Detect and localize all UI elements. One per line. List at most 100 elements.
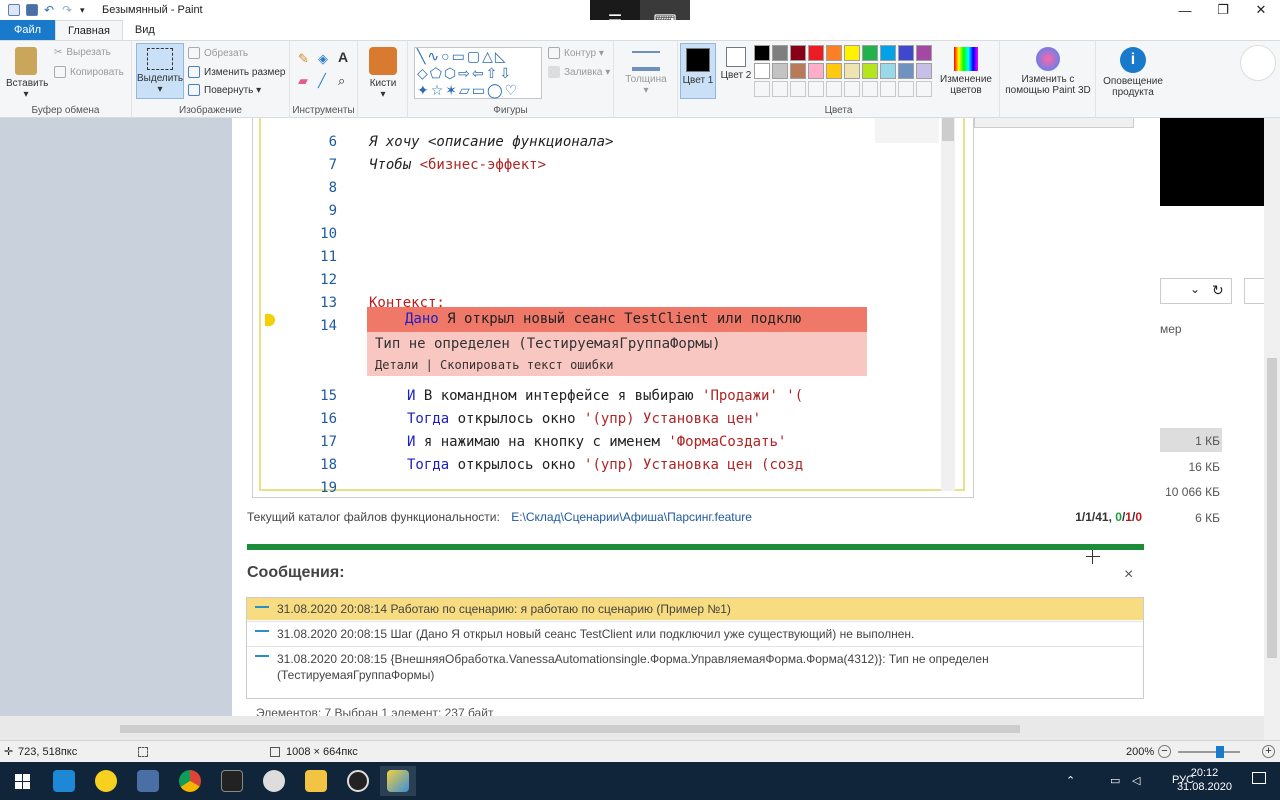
palette-swatch-empty[interactable] (826, 81, 842, 97)
palette-swatch[interactable] (808, 45, 824, 61)
palette-swatch[interactable] (808, 63, 824, 79)
outline-button[interactable]: Контур ▾ (548, 47, 604, 59)
save-icon[interactable] (26, 4, 38, 16)
magnifier-icon[interactable]: ⌕ (338, 73, 345, 89)
palette-swatch[interactable] (772, 63, 788, 79)
zoom-slider-track[interactable] (1178, 751, 1240, 753)
redo-icon[interactable]: ↷ (62, 4, 74, 16)
size-column-header[interactable]: мер (1160, 322, 1182, 336)
taskbar-obs[interactable] (340, 766, 376, 796)
color1-button[interactable]: Цвет 1 (680, 43, 716, 99)
volume-icon[interactable]: ◁ (1132, 774, 1140, 787)
messages-close-button[interactable]: × (1124, 566, 1133, 584)
color2-button[interactable]: Цвет 2 (720, 47, 752, 81)
paste-button[interactable]: Вставить ▾ (6, 47, 48, 100)
select-button[interactable]: Выделить ▾ (136, 43, 184, 99)
zoom-slider-thumb[interactable] (1216, 746, 1224, 758)
taskbar-app[interactable] (130, 766, 166, 796)
horizontal-scrollbar-thumb[interactable] (120, 725, 1020, 733)
palette-swatch-empty[interactable] (808, 81, 824, 97)
start-button[interactable] (4, 766, 40, 796)
brushes-button[interactable]: Кисти ▾ (366, 47, 400, 100)
palette-swatch-empty[interactable] (844, 81, 860, 97)
catalog-path[interactable]: E:\Склад\Сценарии\Афиша\Парсинг.feature (511, 510, 752, 524)
canvas-horizontal-scrollbar[interactable] (0, 716, 1264, 740)
shapes-gallery[interactable]: ╲∿○▭▢△◺ ◇⬠⬡⇨⇦⇧⇩ ✦☆✶▱▭◯♡ (414, 47, 542, 99)
refresh-icon[interactable]: ↻ (1212, 282, 1224, 299)
palette-swatch[interactable] (790, 45, 806, 61)
product-alert-button[interactable]: i Оповещение продукта (1100, 47, 1166, 98)
maximize-button[interactable]: ❐ (1204, 0, 1242, 20)
taskbar-1c[interactable] (88, 766, 124, 796)
vertical-scrollbar-thumb[interactable] (1267, 358, 1277, 658)
palette-swatch[interactable] (916, 63, 932, 79)
palette-swatch[interactable] (916, 45, 932, 61)
eraser-icon[interactable]: ▰ (298, 73, 308, 89)
editor-scrollbar[interactable] (941, 118, 955, 491)
palette-swatch[interactable] (862, 63, 878, 79)
thickness-button[interactable]: Толщина ▾ (622, 47, 670, 96)
taskbar-terminal[interactable] (214, 766, 250, 796)
palette-swatch[interactable] (880, 45, 896, 61)
taskbar-clock-app[interactable] (256, 766, 292, 796)
tab-view[interactable]: Вид (123, 20, 167, 40)
color-picker-icon[interactable]: ╱ (318, 73, 326, 89)
tray-chevron-icon[interactable]: ⌃ (1066, 774, 1075, 787)
palette-swatch[interactable] (844, 63, 860, 79)
palette-swatch[interactable] (898, 45, 914, 61)
minimize-button[interactable]: — (1166, 0, 1204, 20)
palette-swatch[interactable] (826, 45, 842, 61)
code-string: '(упр) Установка цен (созд (584, 457, 804, 473)
palette-swatch[interactable] (790, 63, 806, 79)
close-button[interactable]: ✕ (1242, 0, 1280, 20)
tab-home[interactable]: Главная (55, 20, 123, 40)
quick-access-toolbar: ↶ ↷ ▾ (0, 4, 92, 16)
canvas-vertical-scrollbar[interactable] (1264, 118, 1280, 740)
edit-colors-button[interactable]: Изменение цветов (936, 47, 996, 96)
palette-swatch-empty[interactable] (862, 81, 878, 97)
cut-button[interactable]: ✂ Вырезать (54, 47, 111, 58)
taskbar-vscode[interactable] (46, 766, 82, 796)
copy-button[interactable]: Копировать (54, 66, 124, 78)
search-box[interactable] (1244, 278, 1264, 304)
taskbar-chrome[interactable] (172, 766, 208, 796)
palette-swatch-empty[interactable] (790, 81, 806, 97)
palette-swatch-empty[interactable] (898, 81, 914, 97)
ribbon-collapse-button[interactable] (1240, 45, 1276, 81)
error-links[interactable]: Детали | Скопировать текст ошибки (367, 356, 867, 376)
network-icon[interactable]: ▭ (1110, 774, 1120, 787)
editor-scrollbar-thumb[interactable] (942, 118, 954, 141)
zoom-out-button[interactable]: − (1158, 745, 1171, 758)
zoom-in-button[interactable]: + (1262, 745, 1275, 758)
canvas-area[interactable]: 6 Я хочу <описание функционала> 7 Чтобы <би… (0, 118, 1264, 716)
palette-swatch[interactable] (844, 45, 860, 61)
text-icon[interactable]: A (338, 49, 348, 65)
crop-button[interactable]: Обрезать (188, 47, 248, 59)
palette-swatch[interactable] (754, 45, 770, 61)
tab-file[interactable]: Файл (0, 20, 56, 40)
undo-icon[interactable]: ↶ (44, 4, 56, 16)
pasted-image[interactable]: 6 Я хочу <описание функционала> 7 Чтобы <би… (232, 118, 1160, 716)
clock[interactable]: 20:12 31.08.2020 (1177, 766, 1232, 794)
fill-bucket-icon[interactable]: ◈ (318, 51, 328, 67)
palette-swatch[interactable] (754, 63, 770, 79)
palette-swatch-empty[interactable] (772, 81, 788, 97)
fill-button[interactable]: Заливка ▾ (548, 66, 610, 78)
notification-icon[interactable] (1252, 772, 1266, 784)
customize-toolbar-icon[interactable]: ▾ (80, 4, 92, 16)
resize-button[interactable]: Изменить размер (188, 66, 285, 78)
dropdown-chevron-icon[interactable]: ⌄ (1190, 282, 1200, 296)
palette-swatch[interactable] (826, 63, 842, 79)
palette-swatch-empty[interactable] (880, 81, 896, 97)
palette-swatch-empty[interactable] (754, 81, 770, 97)
palette-swatch[interactable] (772, 45, 788, 61)
palette-swatch-empty[interactable] (916, 81, 932, 97)
taskbar-explorer[interactable] (298, 766, 334, 796)
pencil-icon[interactable]: ✎ (298, 51, 309, 67)
palette-swatch[interactable] (898, 63, 914, 79)
paint3d-button[interactable]: Изменить с помощью Paint 3D (1004, 47, 1092, 96)
taskbar-paint[interactable] (380, 766, 416, 796)
palette-swatch[interactable] (862, 45, 878, 61)
palette-swatch[interactable] (880, 63, 896, 79)
rotate-button[interactable]: Повернуть ▾ (188, 84, 261, 96)
